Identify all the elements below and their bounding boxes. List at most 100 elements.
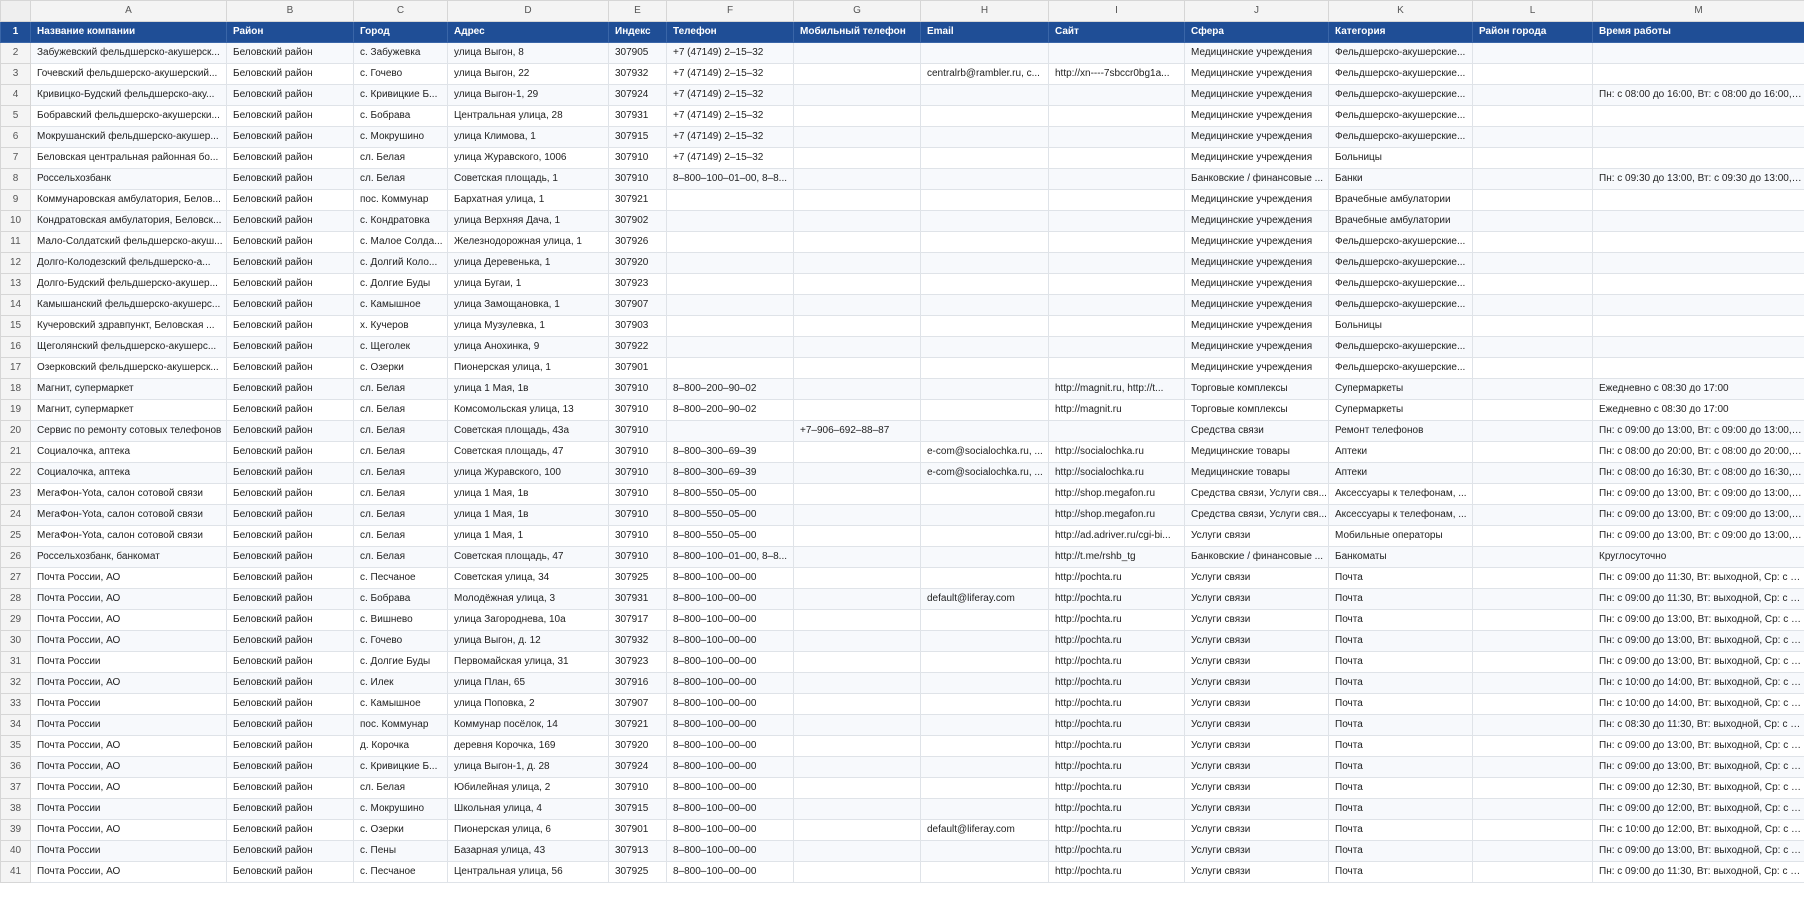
table-cell[interactable]: 8–800–550–05–00	[666, 483, 794, 505]
table-cell[interactable]: Фельдшерско-акушерские...	[1328, 63, 1473, 85]
table-cell[interactable]: 307910	[608, 483, 667, 505]
table-cell[interactable]: 307910	[608, 546, 667, 568]
table-cell[interactable]: Аптеки	[1328, 462, 1473, 484]
table-cell[interactable]: Супермаркеты	[1328, 378, 1473, 400]
table-cell[interactable]	[793, 567, 921, 589]
table-cell[interactable]: Пн: с 08:00 до 16:30, Вт: с 08:00 до 16:…	[1592, 462, 1804, 484]
table-cell[interactable]: с. Щеголек	[353, 336, 448, 358]
table-cell[interactable]	[1472, 861, 1593, 883]
table-cell[interactable]: Советская площадь, 1	[447, 168, 609, 190]
table-cell[interactable]: Фельдшерско-акушерские...	[1328, 294, 1473, 316]
table-cell[interactable]: 307901	[608, 819, 667, 841]
table-cell[interactable]: Социалочка, аптека	[30, 441, 227, 463]
table-cell[interactable]	[1592, 63, 1804, 85]
table-cell[interactable]: Почта	[1328, 735, 1473, 757]
table-cell[interactable]: 307901	[608, 357, 667, 379]
table-cell[interactable]	[1472, 693, 1593, 715]
table-cell[interactable]: 8–800–100–01–00, 8–8...	[666, 168, 794, 190]
table-cell[interactable]: http://t.me/rshb_tg	[1048, 546, 1185, 568]
column-header[interactable]: Район города	[1472, 21, 1593, 43]
table-cell[interactable]	[920, 861, 1049, 883]
table-cell[interactable]: +7 (47149) 2–15–32	[666, 63, 794, 85]
table-cell[interactable]: с. Илек	[353, 672, 448, 694]
table-cell[interactable]: Беловский район	[226, 399, 354, 421]
table-cell[interactable]: Ремонт телефонов	[1328, 420, 1473, 442]
table-cell[interactable]	[920, 357, 1049, 379]
row-number[interactable]: 6	[0, 126, 31, 148]
table-cell[interactable]: Почта	[1328, 651, 1473, 673]
table-cell[interactable]	[1472, 189, 1593, 211]
table-cell[interactable]: Магнит, супермаркет	[30, 399, 227, 421]
table-cell[interactable]	[1048, 252, 1185, 274]
table-cell[interactable]: Торговые комплексы	[1184, 378, 1329, 400]
table-cell[interactable]: улица Выгон-1, 29	[447, 84, 609, 106]
table-cell[interactable]: Пн: с 09:00 до 12:00, Вт: выходной, Ср: …	[1592, 798, 1804, 820]
table-cell[interactable]	[793, 861, 921, 883]
table-cell[interactable]: Медицинские товары	[1184, 462, 1329, 484]
table-cell[interactable]: Пн: с 09:00 до 11:30, Вт: выходной, Ср: …	[1592, 567, 1804, 589]
table-cell[interactable]	[793, 336, 921, 358]
table-cell[interactable]: http://socialochka.ru	[1048, 441, 1185, 463]
table-cell[interactable]	[793, 756, 921, 778]
table-cell[interactable]: Пн: с 09:00 до 11:30, Вт: выходной, Ср: …	[1592, 588, 1804, 610]
table-cell[interactable]: сл. Белая	[353, 777, 448, 799]
table-cell[interactable]: Аксессуары к телефонам, ...	[1328, 504, 1473, 526]
table-cell[interactable]: default@liferay.com	[920, 819, 1049, 841]
table-cell[interactable]: Медицинские учреждения	[1184, 231, 1329, 253]
table-cell[interactable]: Фельдшерско-акушерские...	[1328, 357, 1473, 379]
table-cell[interactable]	[793, 378, 921, 400]
table-cell[interactable]: Пн: с 09:00 до 12:30, Вт: выходной, Ср: …	[1592, 777, 1804, 799]
table-cell[interactable]: МегаФон-Yota, салон сотовой связи	[30, 483, 227, 505]
table-cell[interactable]	[1048, 294, 1185, 316]
table-cell[interactable]: Фельдшерско-акушерские...	[1328, 42, 1473, 64]
table-cell[interactable]: Почта России	[30, 840, 227, 862]
table-cell[interactable]: Пн: с 09:00 до 13:00, Вт: выходной, Ср: …	[1592, 735, 1804, 757]
table-cell[interactable]: 8–800–100–00–00	[666, 777, 794, 799]
table-cell[interactable]	[1472, 819, 1593, 841]
table-cell[interactable]: Беловский район	[226, 756, 354, 778]
table-cell[interactable]: с. Пены	[353, 840, 448, 862]
table-cell[interactable]: улица Журавского, 1006	[447, 147, 609, 169]
row-number[interactable]: 17	[0, 357, 31, 379]
row-number[interactable]: 18	[0, 378, 31, 400]
table-cell[interactable]	[1592, 336, 1804, 358]
table-cell[interactable]: Фельдшерско-акушерские...	[1328, 105, 1473, 127]
table-cell[interactable]: Врачебные амбулатории	[1328, 210, 1473, 232]
table-cell[interactable]: улица Климова, 1	[447, 126, 609, 148]
table-cell[interactable]: http://shop.megafon.ru	[1048, 504, 1185, 526]
row-number[interactable]: 24	[0, 504, 31, 526]
table-cell[interactable]	[1472, 336, 1593, 358]
table-cell[interactable]	[920, 609, 1049, 631]
table-cell[interactable]: 307921	[608, 189, 667, 211]
table-cell[interactable]	[1048, 189, 1185, 211]
row-number[interactable]: 39	[0, 819, 31, 841]
table-cell[interactable]	[793, 189, 921, 211]
row-number[interactable]: 22	[0, 462, 31, 484]
row-number[interactable]: 1	[0, 21, 31, 43]
table-cell[interactable]: с. Камышное	[353, 693, 448, 715]
table-cell[interactable]	[1472, 378, 1593, 400]
table-cell[interactable]: Почта России, АО	[30, 672, 227, 694]
table-cell[interactable]: Коммунар посёлок, 14	[447, 714, 609, 736]
table-cell[interactable]: Почта России, АО	[30, 567, 227, 589]
table-cell[interactable]: 307910	[608, 777, 667, 799]
table-cell[interactable]: Пн: с 08:00 до 20:00, Вт: с 08:00 до 20:…	[1592, 441, 1804, 463]
table-cell[interactable]	[793, 819, 921, 841]
table-cell[interactable]	[793, 588, 921, 610]
table-cell[interactable]	[920, 567, 1049, 589]
table-cell[interactable]: 8–800–100–00–00	[666, 714, 794, 736]
table-cell[interactable]: Беловский район	[226, 42, 354, 64]
table-cell[interactable]: МегаФон-Yota, салон сотовой связи	[30, 525, 227, 547]
table-cell[interactable]: Банки	[1328, 168, 1473, 190]
table-cell[interactable]: Услуги связи	[1184, 840, 1329, 862]
column-letter-header[interactable]: D	[447, 0, 609, 22]
table-cell[interactable]	[1048, 315, 1185, 337]
table-cell[interactable]: с. Бобрава	[353, 105, 448, 127]
column-header[interactable]: Email	[920, 21, 1049, 43]
table-cell[interactable]	[1048, 84, 1185, 106]
table-cell[interactable]	[1472, 630, 1593, 652]
table-cell[interactable]: Почта России	[30, 693, 227, 715]
table-cell[interactable]	[793, 105, 921, 127]
table-cell[interactable]	[666, 273, 794, 295]
table-cell[interactable]: 307922	[608, 336, 667, 358]
